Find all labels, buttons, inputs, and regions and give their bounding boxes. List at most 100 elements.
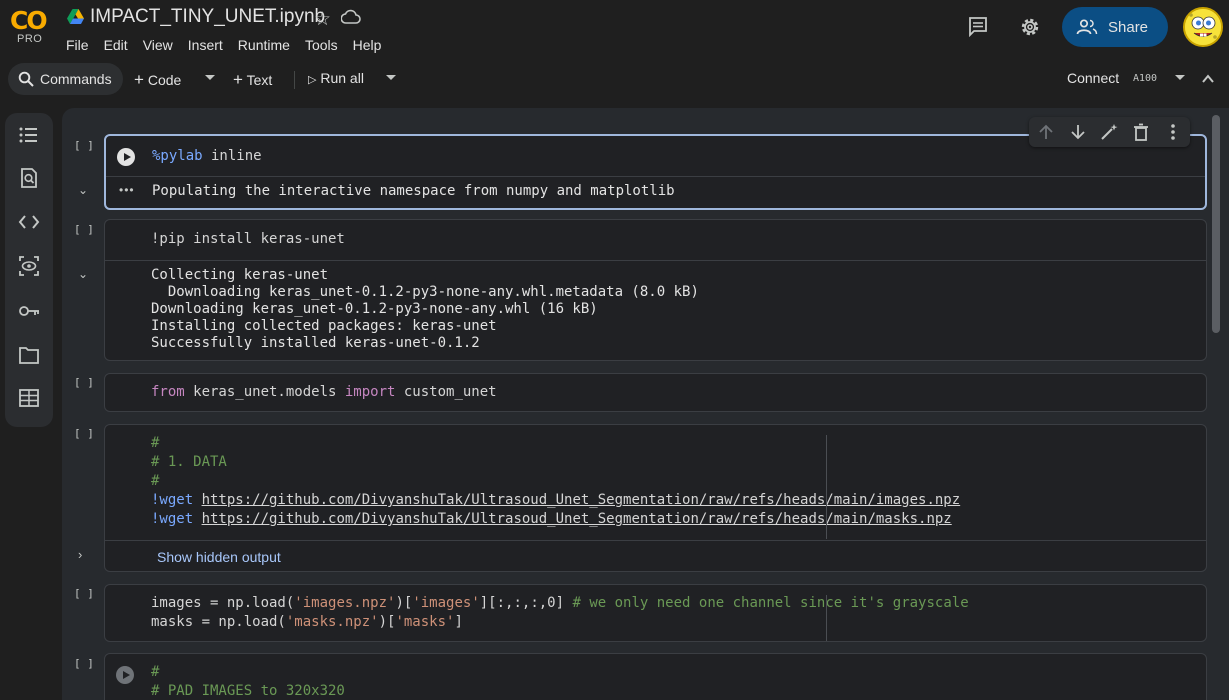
menu-runtime[interactable]: Runtime <box>238 37 290 53</box>
cell-code[interactable]: # # PAD IMAGES to 320x320 <box>151 663 345 700</box>
menu-insert[interactable]: Insert <box>188 37 223 53</box>
code-text: inline <box>202 148 262 164</box>
google-drive-icon <box>67 9 84 24</box>
cell-divider <box>105 540 1206 541</box>
url-link[interactable]: https://github.com/DivyanshuTak/Ultrasou… <box>202 511 952 527</box>
share-button[interactable]: Share <box>1062 7 1168 47</box>
move-down-icon[interactable] <box>1068 122 1088 142</box>
app-header: CO PRO IMPACT_TINY_UNET.ipynb ☆ File Edi… <box>0 0 1229 58</box>
connect-dropdown-icon[interactable] <box>1175 75 1185 80</box>
secrets-key-icon[interactable] <box>18 300 40 322</box>
cell-code[interactable]: !pip install keras-unet <box>151 230 345 249</box>
cell-code[interactable]: from keras_unet.models import custom_une… <box>151 383 497 402</box>
cell-code[interactable]: %pylab inline <box>152 147 262 166</box>
run-cell-icon[interactable] <box>117 148 135 166</box>
imported-name: custom_unet <box>395 384 497 400</box>
cell-execution-count: [ ] <box>74 657 94 670</box>
code-string: 'masks' <box>395 614 455 630</box>
more-vert-icon[interactable] <box>1163 122 1183 142</box>
edit-magic-icon[interactable] <box>1099 122 1119 142</box>
code-comment: # <box>151 435 160 451</box>
table-of-contents-icon[interactable] <box>18 124 40 146</box>
url-link[interactable]: https://github.com/DivyanshuTak/Ultrasou… <box>202 492 961 508</box>
code-cell-4[interactable]: # # 1. DATA # !wget https://github.com/D… <box>104 424 1207 572</box>
code-cell-3[interactable]: from keras_unet.models import custom_une… <box>104 373 1207 412</box>
code-comment: # we only need one channel since it's gr… <box>572 595 969 611</box>
add-code-button[interactable]: + Code <box>134 70 181 90</box>
cell-output: Populating the interactive namespace fro… <box>152 183 675 199</box>
code-string: 'images.npz' <box>294 595 396 611</box>
menu-tools[interactable]: Tools <box>305 37 338 53</box>
code-cell-6[interactable]: # # PAD IMAGES to 320x320 <box>104 653 1207 700</box>
run-all-button[interactable]: ▷ Run all <box>308 70 364 86</box>
code-comment: # <box>151 664 160 680</box>
menu-edit[interactable]: Edit <box>104 37 128 53</box>
cell-code[interactable]: images = np.load('images.npz')['images']… <box>151 594 969 632</box>
cell-code[interactable]: # # 1. DATA # !wget https://github.com/D… <box>151 434 960 529</box>
cell-divider <box>105 260 1206 261</box>
code-text: images = np.load( <box>151 595 295 611</box>
notebook-title[interactable]: IMPACT_TINY_UNET.ipynb <box>90 6 325 28</box>
cell-output: Collecting keras-unet Downloading keras_… <box>151 267 699 351</box>
add-text-label: Text <box>246 72 273 88</box>
code-text: masks = np.load( <box>151 614 286 630</box>
side-panel-rail <box>5 113 53 427</box>
code-cell-2[interactable]: !pip install keras-unet Collecting keras… <box>104 219 1207 361</box>
code-string: 'images' <box>412 595 480 611</box>
cell-execution-count: [ ] <box>74 427 94 440</box>
star-icon[interactable]: ☆ <box>314 8 331 31</box>
search-icon <box>18 71 34 87</box>
commands-label: Commands <box>40 71 112 87</box>
pro-badge: PRO <box>17 33 43 45</box>
menu-bar: File Edit View Insert Runtime Tools Help <box>66 37 396 53</box>
add-text-button[interactable]: + Text <box>233 70 272 90</box>
cell-execution-count: [ ] <box>74 587 94 600</box>
cell-divider <box>106 176 1205 177</box>
code-text: )[ <box>395 595 413 611</box>
menu-file[interactable]: File <box>66 37 89 53</box>
module-name: keras_unet.models <box>184 384 345 400</box>
code-comment: # PAD IMAGES to 320x320 <box>151 683 345 699</box>
delete-icon[interactable] <box>1131 122 1151 142</box>
chevron-up-icon[interactable] <box>1201 72 1215 86</box>
cell-execution-count: [ ] <box>74 223 94 236</box>
code-cell-5[interactable]: images = np.load('images.npz')['images']… <box>104 584 1207 642</box>
plus-icon: + <box>233 70 243 89</box>
notebook-scrollbar[interactable] <box>1212 115 1220 333</box>
expand-output-icon[interactable]: › <box>78 547 82 562</box>
move-up-icon[interactable] <box>1036 122 1056 142</box>
menu-view[interactable]: View <box>143 37 173 53</box>
collapse-output-icon[interactable]: ⌄ <box>78 267 88 281</box>
code-comment: # <box>151 473 160 489</box>
output-actions-icon[interactable]: ••• <box>119 183 135 197</box>
add-code-dropdown-icon[interactable] <box>205 75 215 80</box>
variable-inspector-icon[interactable] <box>18 255 40 277</box>
runtime-type-label: A100 <box>1133 73 1158 84</box>
comment-icon[interactable] <box>967 15 989 37</box>
files-folder-icon[interactable] <box>18 344 40 366</box>
keyword-from: from <box>151 384 185 400</box>
notebook-toolbar: Commands + Code + Text ▷ Run all Connect… <box>0 60 1229 98</box>
ruler-line <box>826 435 827 539</box>
colab-logo[interactable]: CO PRO <box>10 6 50 50</box>
code-text: ] <box>454 614 463 630</box>
ruler-line <box>826 595 827 641</box>
show-hidden-output-link[interactable]: Show hidden output <box>157 549 281 565</box>
find-icon[interactable] <box>18 167 40 189</box>
cell-execution-count: [ ] <box>74 139 94 152</box>
run-all-dropdown-icon[interactable] <box>386 75 396 80</box>
commands-button[interactable]: Commands <box>8 63 123 95</box>
cell-toolbar <box>1029 117 1190 147</box>
gear-icon[interactable] <box>1018 15 1042 39</box>
account-avatar[interactable] <box>1183 7 1223 47</box>
collapse-output-icon[interactable]: ⌄ <box>78 183 88 197</box>
run-cell-icon[interactable] <box>116 666 134 684</box>
menu-help[interactable]: Help <box>353 37 382 53</box>
shell-command: !wget <box>151 511 202 527</box>
cloud-saved-icon[interactable] <box>341 9 361 25</box>
connect-button[interactable]: Connect <box>1067 70 1119 86</box>
code-snippets-icon[interactable] <box>18 211 40 233</box>
play-icon: ▷ <box>308 74 317 86</box>
data-table-icon[interactable] <box>18 387 40 409</box>
people-icon <box>1076 19 1098 35</box>
